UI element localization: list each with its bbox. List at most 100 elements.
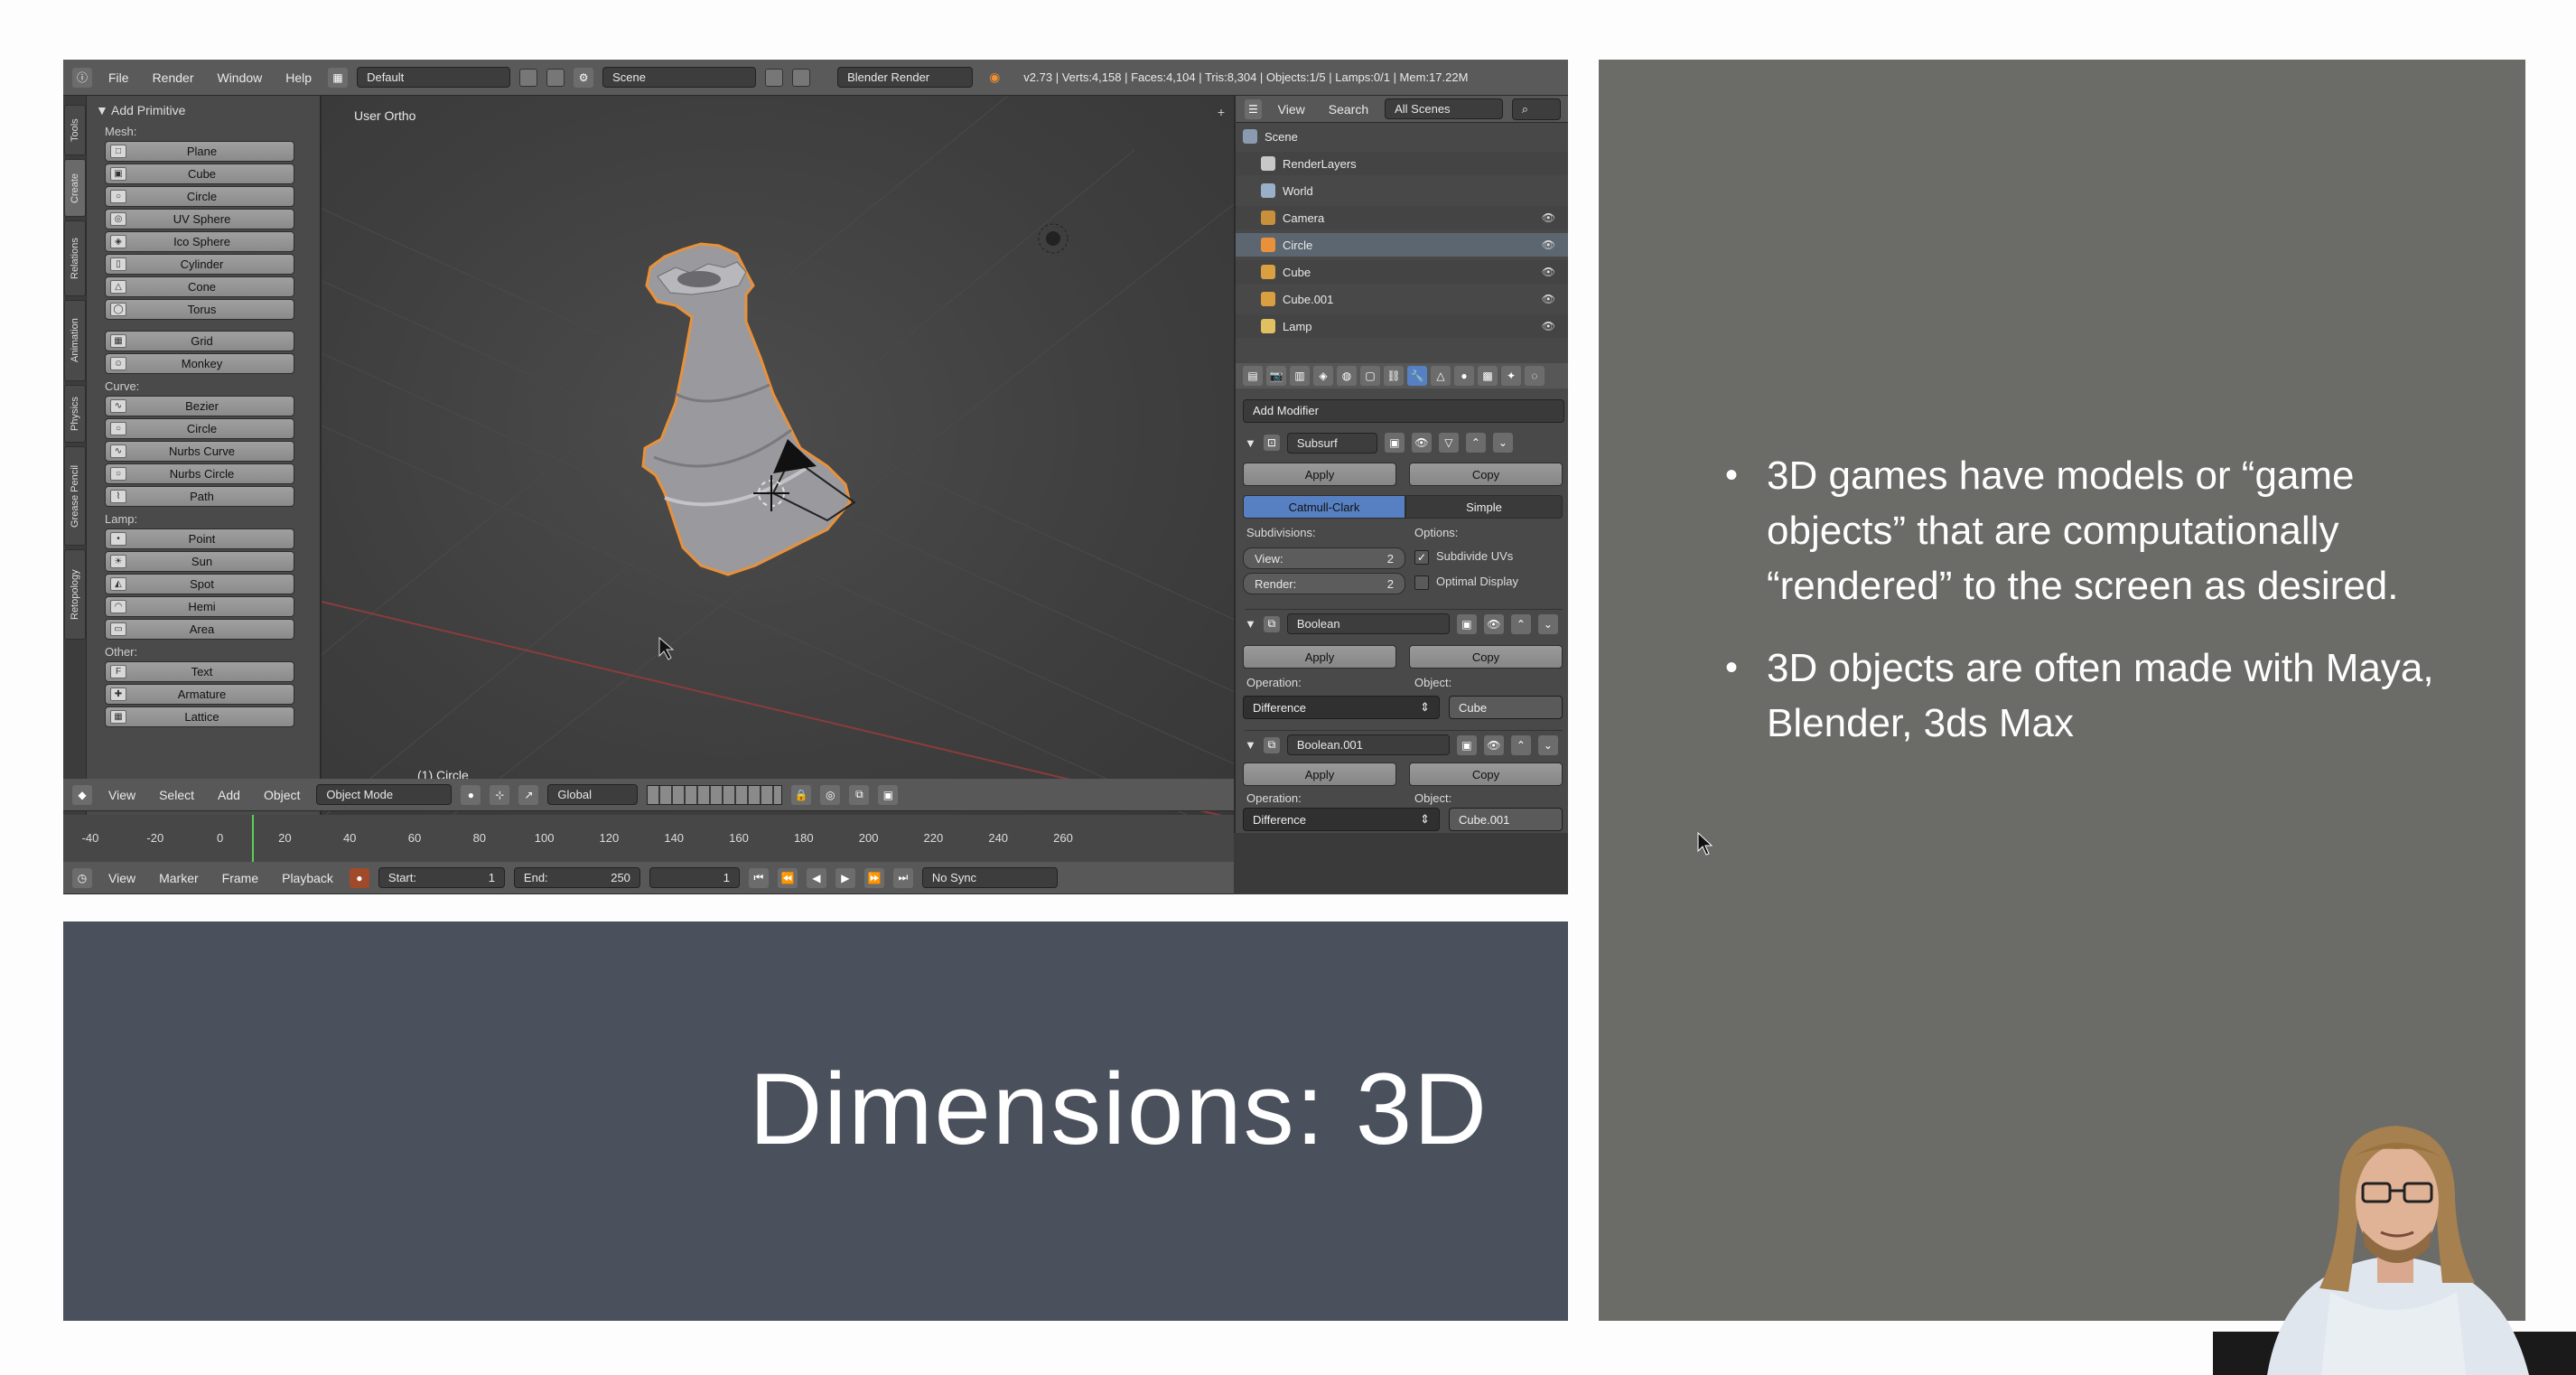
outliner-menu-search[interactable]: Search [1321, 100, 1376, 118]
sync-selector[interactable]: No Sync [921, 867, 1058, 888]
optimal-display-option[interactable]: Optimal Display [1414, 575, 1518, 590]
move-up-icon[interactable]: ⌃ [1510, 613, 1531, 634]
tab-physics[interactable]: Physics [64, 385, 86, 443]
add-text-button[interactable]: F Text [105, 661, 294, 682]
menu-window[interactable]: Window [210, 69, 269, 87]
object-selector[interactable]: Cube [1449, 696, 1563, 719]
prev-key-icon[interactable]: ⏪ [777, 867, 798, 888]
menu-render[interactable]: Render [145, 69, 201, 87]
move-down-icon[interactable]: ⌄ [1537, 613, 1558, 634]
add-hemi-button[interactable]: ◠ Hemi [105, 596, 294, 617]
timeline-menu-playback[interactable]: Playback [275, 869, 341, 887]
operation-selector[interactable]: Difference ⇕ [1243, 808, 1440, 831]
add-modifier-button[interactable]: Add Modifier [1243, 399, 1564, 423]
render-tab-icon[interactable]: 📷 [1266, 366, 1286, 386]
layers-tab-icon[interactable]: ▥ [1290, 366, 1310, 386]
copy-button[interactable]: Copy [1409, 463, 1563, 486]
add-nurbs-curve-button[interactable]: ∿ Nurbs Curve [105, 441, 294, 462]
outliner-item-scene[interactable]: Scene [1236, 125, 1568, 148]
material-tab-icon[interactable]: ● [1454, 366, 1474, 386]
copy-button[interactable]: Copy [1409, 762, 1563, 786]
add-cone-button[interactable]: △ Cone [105, 276, 294, 297]
optimal-display-checkbox[interactable] [1414, 575, 1429, 590]
scene-icon[interactable]: ⚙ [574, 67, 594, 88]
view-toggle-icon[interactable]: 👁 [1483, 734, 1504, 755]
texture-tab-icon[interactable]: ▩ [1478, 366, 1498, 386]
scene-tab-icon[interactable]: ◈ [1313, 366, 1333, 386]
orientation-selector[interactable]: Global [547, 784, 639, 805]
catmull-clark-tab[interactable]: Catmull-Clark [1243, 495, 1405, 519]
layout-grid-icon[interactable]: ▦ [328, 67, 349, 88]
move-down-icon[interactable]: ⌄ [1492, 433, 1513, 453]
view-levels-field[interactable]: View: 2 [1243, 547, 1405, 569]
tab-relations[interactable]: Relations [64, 220, 86, 296]
current-frame-field[interactable]: 1 [649, 867, 740, 888]
tab-create[interactable]: Create [64, 159, 86, 217]
object-selector[interactable]: Cube.001 [1449, 808, 1563, 831]
outliner-filter-selector[interactable]: All Scenes [1385, 98, 1503, 119]
menu-file[interactable]: File [101, 69, 136, 87]
expand-arrow-icon[interactable]: ▼ [1245, 738, 1256, 752]
add-ico-sphere-button[interactable]: ◈ Ico Sphere [105, 231, 294, 252]
outliner-search-input[interactable]: ⌕ [1511, 98, 1561, 120]
visibility-eye-icon[interactable]: 👁 [1542, 266, 1555, 278]
outliner-item-cube-001[interactable]: Cube.001 👁 [1236, 287, 1568, 311]
move-down-icon[interactable]: ⌄ [1537, 734, 1558, 755]
outliner-item-lamp[interactable]: Lamp 👁 [1236, 314, 1568, 338]
add-torus-button[interactable]: ◯ Torus [105, 299, 294, 320]
next-key-icon[interactable]: ⏩ [863, 867, 884, 888]
apply-button[interactable]: Apply [1243, 762, 1396, 786]
constraints-tab-icon[interactable]: ⛓ [1384, 366, 1404, 386]
layout-selector[interactable]: Default [357, 67, 511, 88]
play-reverse-icon[interactable]: ◀ [806, 867, 826, 888]
snap-icon[interactable]: ⧉ [849, 784, 870, 805]
outliner-item-cube[interactable]: Cube 👁 [1236, 260, 1568, 284]
view-toggle-icon[interactable]: 👁 [1411, 433, 1432, 453]
add-circle-button[interactable]: ○ Circle [105, 418, 294, 439]
manipulator-icon[interactable]: ↗ [518, 784, 539, 805]
jump-start-icon[interactable]: ⏮ [748, 867, 769, 888]
outliner-editor-icon[interactable]: ☰ [1245, 98, 1262, 119]
render-levels-field[interactable]: Render: 2 [1243, 573, 1405, 594]
object-tab-icon[interactable]: ▢ [1360, 366, 1380, 386]
move-up-icon[interactable]: ⌃ [1465, 433, 1486, 453]
add-scene-button[interactable] [765, 68, 784, 87]
render-toggle-icon[interactable]: ▣ [1384, 433, 1405, 453]
render-preview-icon[interactable]: ▣ [878, 784, 899, 805]
record-icon[interactable]: ● [349, 867, 369, 888]
lock-icon[interactable]: 🔒 [791, 784, 812, 805]
outliner-menu-view[interactable]: View [1271, 100, 1312, 118]
tab-retopology[interactable]: Retopology [64, 549, 86, 640]
lamp-object[interactable] [1038, 223, 1069, 254]
add-bezier-button[interactable]: ∿ Bezier [105, 396, 294, 416]
data-tab-icon[interactable]: △ [1431, 366, 1451, 386]
subdivide-uvs-checkbox[interactable]: ✓ [1414, 549, 1429, 565]
layer-buttons[interactable] [647, 784, 783, 805]
visibility-eye-icon[interactable]: 👁 [1542, 320, 1555, 332]
operation-selector[interactable]: Difference ⇕ [1243, 696, 1440, 719]
physics-tab-icon[interactable]: ◌ [1525, 366, 1545, 386]
rook-model[interactable] [641, 242, 856, 576]
menu-view[interactable]: View [101, 786, 143, 804]
menu-select[interactable]: Select [152, 786, 201, 804]
tab-grease-pencil[interactable]: Grease Pencil [64, 446, 86, 546]
modifiers-tab-icon[interactable]: 🔧 [1407, 366, 1427, 386]
remove-layout-button[interactable] [546, 68, 565, 87]
timeline-menu-marker[interactable]: Marker [152, 869, 206, 887]
menu-object[interactable]: Object [257, 786, 307, 804]
collapse-arrow-icon[interactable]: ▼ [96, 103, 111, 117]
subdivide-uvs-option[interactable]: ✓ Subdivide UVs [1414, 549, 1513, 565]
render-toggle-icon[interactable]: ▣ [1456, 613, 1477, 634]
add-grid-button[interactable]: ▦ Grid [105, 331, 294, 351]
remove-scene-button[interactable] [792, 68, 811, 87]
end-frame-field[interactable]: End: 250 [513, 867, 640, 888]
menu-help[interactable]: Help [278, 69, 319, 87]
info-editor-icon[interactable]: ⓘ [72, 67, 92, 88]
add-plane-button[interactable]: □ Plane [105, 141, 294, 162]
add-uv-sphere-button[interactable]: ◎ UV Sphere [105, 209, 294, 229]
expand-arrow-icon[interactable]: ▼ [1245, 436, 1256, 450]
edit-toggle-icon[interactable]: ▽ [1438, 433, 1459, 453]
add-monkey-button[interactable]: ☺ Monkey [105, 353, 294, 374]
modifier-name-field[interactable]: Subsurf [1286, 432, 1377, 454]
3d-viewport[interactable]: User Ortho (1) Circle + [322, 96, 1234, 833]
